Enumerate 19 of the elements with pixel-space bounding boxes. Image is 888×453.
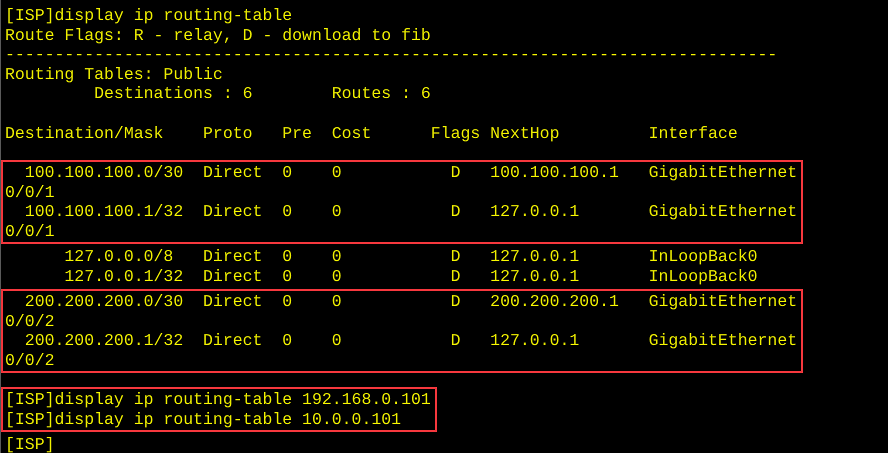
terminal-line: Destination/Mask Proto Pre Cost Flags NextHop Interface	[5, 124, 738, 143]
terminal-line: 100.100.100.1/32 Direct 0 0 D 127.0.0.1 GigabitEthernet	[24, 202, 798, 222]
terminal-line: 200.200.200.1/32 Direct 0 0 D 127.0.0.1 GigabitEthernet	[24, 331, 798, 350]
terminal-line: 0/0/1	[5, 182, 55, 202]
terminal-line: Routing Tables: Public	[5, 64, 223, 84]
terminal-line: 0/0/1	[5, 222, 55, 241]
terminal-line: 100.100.100.0/30 Direct 0 0 D 100.100.100.1 GigabitEthernet	[24, 163, 798, 182]
terminal-line: [ISP]display ip routing-table 192.168.0.101	[5, 390, 431, 410]
terminal-line: [ISP]display ip routing-table	[5, 6, 292, 26]
terminal-line: [ISP]display ip routing-table 10.0.0.101	[5, 410, 402, 429]
terminal-line: Destinations : 6 Routes : 6	[93, 84, 431, 104]
terminal-line: 0/0/2	[5, 312, 55, 331]
terminal-line: Route Flags: R - relay, D - download to fib	[5, 26, 431, 45]
terminal-line: 127.0.0.1/32 Direct 0 0 D 127.0.0.1 InLoopBack0	[63, 266, 758, 286]
terminal-line: 127.0.0.0/8 Direct 0 0 D 127.0.0.1 InLoopBack0	[63, 247, 758, 266]
terminal-line: ------------------------------------------------------------------------------	[5, 45, 778, 64]
terminal-line: [ISP]	[5, 435, 55, 453]
terminal-line: 200.200.200.0/30 Direct 0 0 D 200.200.200.1 GigabitEthernet	[24, 292, 798, 312]
terminal-line: 0/0/2	[5, 350, 55, 370]
